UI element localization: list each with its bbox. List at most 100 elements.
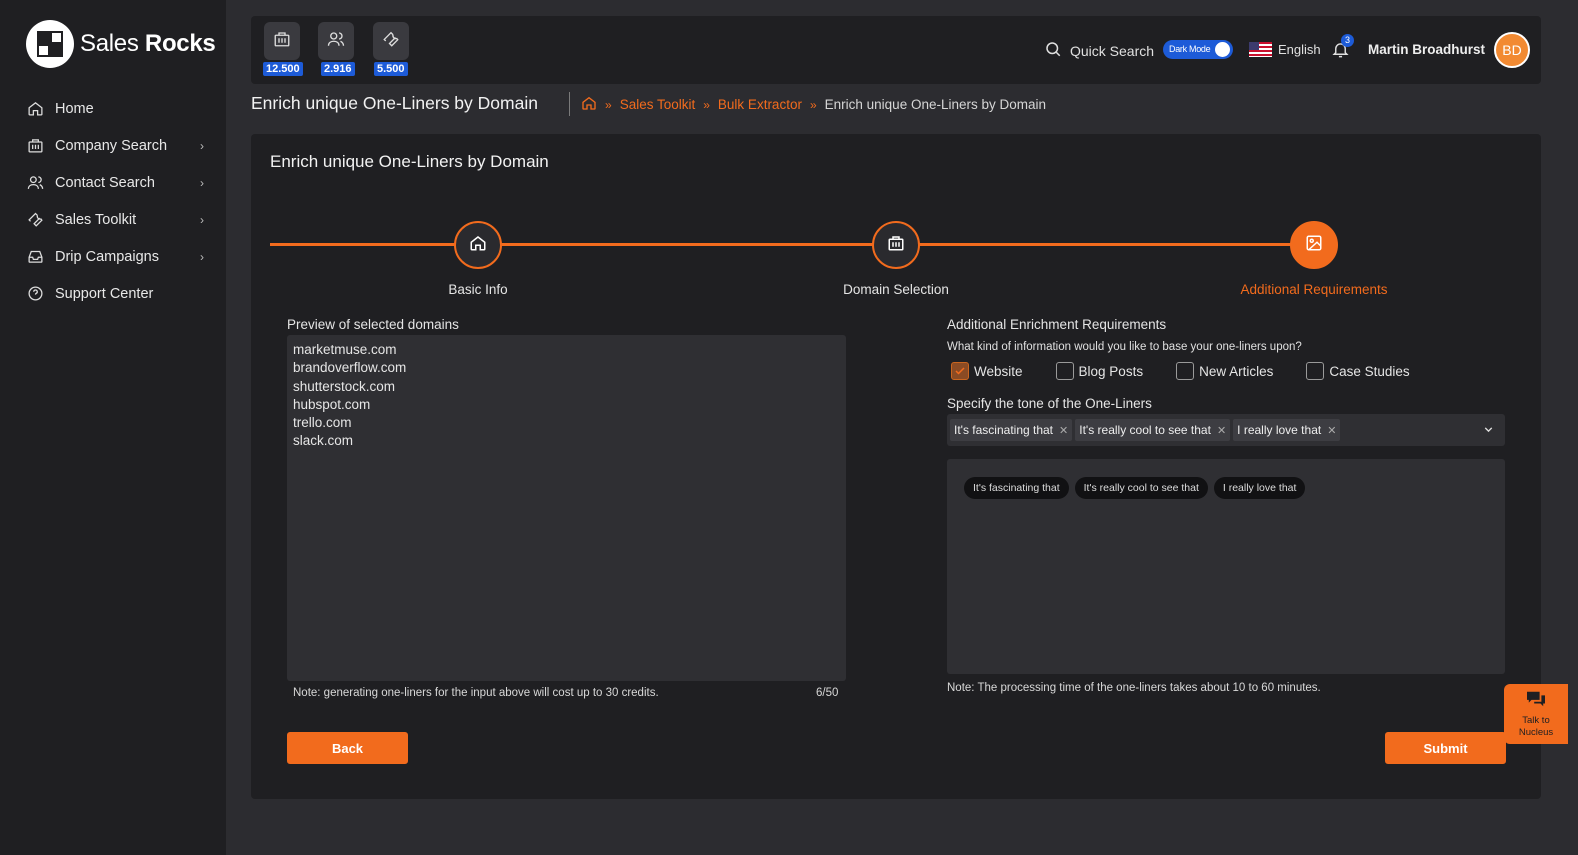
close-icon[interactable]: ✕ — [1059, 424, 1068, 437]
step-additional-requirements[interactable]: Additional Requirements — [1204, 221, 1424, 297]
logo-text: Sales Rocks — [80, 30, 216, 57]
breadcrumb-sales-toolkit[interactable]: Sales Toolkit — [620, 97, 696, 112]
tone-tag: It's fascinating that ✕ — [950, 419, 1073, 441]
header-divider — [569, 92, 570, 116]
talk-to-nucleus-widget[interactable]: Talk to Nucleus — [1504, 684, 1568, 744]
checkbox-label: Website — [974, 363, 1023, 379]
contact-credits-badge: 2.916 — [321, 62, 355, 76]
submit-button[interactable]: Submit — [1385, 732, 1506, 764]
domain-line: brandoverflow.com — [293, 360, 407, 376]
checkbox-new-articles[interactable]: New Articles — [1176, 362, 1273, 380]
domain-line: shutterstock.com — [293, 378, 396, 394]
checkbox-label: Blog Posts — [1078, 363, 1144, 379]
sidebar-item-label: Company Search — [55, 137, 168, 154]
sidebar-item-label: Drip Campaigns — [55, 248, 159, 265]
chevron-down-icon[interactable] — [1482, 423, 1495, 441]
chevron-right-icon: › — [200, 212, 204, 227]
domains-textarea[interactable]: marketmuse.com brandoverflow.com shutter… — [287, 335, 846, 681]
tone-tag: I really love that ✕ — [1233, 419, 1341, 441]
checkbox-box — [1055, 362, 1074, 380]
dark-mode-toggle[interactable]: Dark Mode — [1163, 40, 1233, 59]
quick-search-button[interactable]: Quick Search — [1044, 40, 1154, 61]
step-circle — [1290, 221, 1338, 269]
chat-label: Nucleus — [1518, 727, 1554, 738]
building-icon — [26, 137, 44, 155]
step-label: Additional Requirements — [1240, 282, 1388, 297]
checkbox-box — [1176, 362, 1195, 380]
checkbox-case-studies[interactable]: Case Studies — [1306, 362, 1410, 380]
search-icon — [1044, 40, 1062, 61]
tone-preview-area: It's fascinating that It's really cool t… — [947, 459, 1505, 674]
domain-line: slack.com — [293, 433, 354, 449]
home-icon[interactable] — [581, 95, 597, 114]
step-basic-info[interactable]: Basic Info — [368, 221, 588, 297]
contact-credits-button[interactable] — [318, 22, 354, 60]
sidebar-item-drip-campaigns[interactable]: Drip Campaigns › — [0, 238, 226, 275]
domain-line: trello.com — [293, 415, 352, 431]
sidebar-item-sales-toolkit[interactable]: Sales Toolkit › — [0, 201, 226, 238]
language-selector[interactable]: English — [1249, 42, 1321, 57]
home-icon — [469, 234, 487, 257]
checkbox-label: Case Studies — [1329, 363, 1410, 379]
wrench-icon — [26, 211, 44, 229]
topbar: 12.500 2.916 5.500 Quick Search Dark Mod… — [251, 16, 1541, 84]
tone-pill: It's really cool to see that — [1074, 477, 1208, 499]
checkbox-label: New Articles — [1199, 363, 1274, 379]
close-icon[interactable]: ✕ — [1217, 424, 1226, 437]
toolkit-credits-badge: 5.500 — [374, 62, 408, 76]
sidebar-item-home[interactable]: Home — [0, 90, 226, 127]
home-icon — [26, 100, 44, 118]
sidebar-item-contact-search[interactable]: Contact Search › — [0, 164, 226, 201]
building-icon — [887, 234, 905, 257]
users-icon — [327, 30, 345, 53]
sidebar-item-company-search[interactable]: Company Search › — [0, 127, 226, 164]
processing-time-note: Note: The processing time of the one-lin… — [947, 682, 1321, 694]
chat-icon — [1504, 690, 1568, 713]
notification-badge: 3 — [1341, 34, 1354, 47]
card-title: Enrich unique One-Liners by Domain — [270, 152, 549, 171]
checkbox-website[interactable]: Website — [951, 362, 1023, 380]
breadcrumb: » Sales Toolkit » Bulk Extractor » Enric… — [581, 95, 1046, 114]
user-name[interactable]: Martin Broadhurst — [1368, 42, 1485, 57]
tone-multiselect[interactable]: It's fascinating that ✕ It's really cool … — [947, 414, 1505, 446]
checkbox-blog-posts[interactable]: Blog Posts — [1055, 362, 1144, 380]
help-circle-icon — [26, 285, 44, 303]
breadcrumb-separator: » — [809, 97, 817, 112]
breadcrumb-separator: » — [703, 97, 710, 112]
step-domain-selection[interactable]: Domain Selection — [786, 221, 1006, 297]
users-icon — [26, 174, 44, 192]
credit-cost-note: Note: generating one-liners for the inpu… — [293, 687, 659, 699]
requirements-label: Additional Enrichment Requirements — [947, 317, 1167, 332]
information-question: What kind of information would you like … — [947, 341, 1302, 353]
company-credits-badge: 12.500 — [263, 62, 303, 76]
company-credits-button[interactable] — [264, 22, 300, 60]
avatar[interactable]: BD — [1494, 32, 1530, 68]
step-label: Basic Info — [448, 282, 508, 297]
toggle-knob — [1215, 42, 1230, 57]
checkbox-box — [1306, 362, 1325, 380]
step-circle — [872, 221, 920, 269]
information-options: Website Blog Posts New Articles Case Stu… — [951, 362, 1410, 380]
tone-pill: It's fascinating that — [964, 477, 1069, 499]
chevron-right-icon: › — [200, 138, 204, 153]
checkbox-box — [951, 362, 969, 380]
breadcrumb-bulk-extractor[interactable]: Bulk Extractor — [718, 97, 802, 112]
quick-search-label: Quick Search — [1070, 42, 1155, 59]
logo[interactable]: Sales Rocks — [26, 20, 216, 68]
close-icon[interactable]: ✕ — [1327, 424, 1336, 437]
breadcrumb-current: Enrich unique One-Liners by Domain — [824, 97, 1047, 112]
preview-label: Preview of selected domains — [287, 317, 459, 332]
inbox-icon — [26, 248, 44, 266]
sidebar-item-label: Contact Search — [55, 174, 155, 191]
chevron-right-icon: › — [200, 175, 204, 190]
tone-tag-label: I really love that — [1237, 423, 1322, 437]
wrench-icon — [382, 30, 400, 53]
step-circle — [454, 221, 502, 269]
sidebar-item-support-center[interactable]: Support Center — [0, 275, 226, 312]
back-button[interactable]: Back — [287, 732, 408, 764]
page-title: Enrich unique One-Liners by Domain — [251, 93, 538, 113]
main-card: Enrich unique One-Liners by Domain Basic… — [251, 134, 1541, 799]
toolkit-credits-button[interactable] — [373, 22, 409, 60]
step-label: Domain Selection — [843, 282, 949, 297]
tone-pill: I really love that — [1213, 477, 1306, 499]
